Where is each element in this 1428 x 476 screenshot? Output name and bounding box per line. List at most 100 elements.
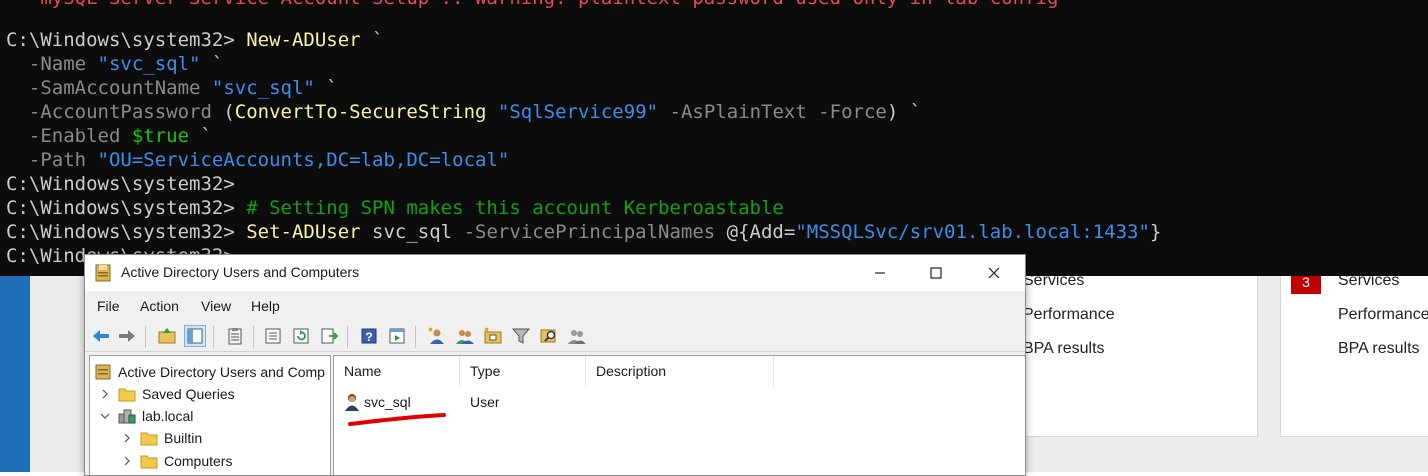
menu-help[interactable]: Help [251,298,280,314]
console-line: C:\Windows\system32> # Setting SPN makes… [6,196,784,220]
list-view-icon[interactable] [263,326,283,346]
console-line: -Enabled $true ` [6,124,212,148]
toolbar: ? [85,321,1025,352]
window-title: Active Directory Users and Computers [121,264,360,280]
argument: svc_sql [360,221,453,243]
folder-icon [140,455,158,469]
aduc-app-icon [95,264,111,282]
menu-action[interactable]: Action [140,298,179,314]
console-line: C:\Windows\system32> New-ADUser ` [6,28,384,52]
line-continuation: ` [898,101,922,123]
string-value: "svc_sql" [211,77,315,99]
tree-item-label: Saved Queries [142,386,235,402]
console-line: -Path "OU=ServiceAccounts,DC=lab,DC=loca… [6,148,509,172]
minimize-icon [875,272,885,274]
details-list-pane[interactable]: Name Type Description svc_sql User [333,355,1025,475]
maximize-button[interactable] [907,255,965,291]
new-user-icon[interactable] [427,326,447,346]
tree-item-label: lab.local [142,408,194,424]
tile-performance-link[interactable]: Performance [1023,306,1115,324]
code-comment: # Setting SPN makes this account Kerbero… [246,197,784,219]
console-line: -Name "svc_sql" ` [6,52,223,76]
tree-item-label: Computers [164,453,233,469]
aduc-window: Active Directory Users and Computers Fil… [84,254,1026,476]
console-line: C:\Windows\system32> [6,172,235,196]
hashtable-open: @{Add= [715,221,796,243]
tree-item-builtin[interactable]: Builtin [120,427,202,449]
console-scrolled-line: -mySQL Server Service Account Setup :: W… [6,0,1059,10]
svg-text:?: ? [365,330,372,344]
up-folder-icon[interactable] [157,326,177,346]
tree-item-aduc-root[interactable]: Active Directory Users and Comp [94,361,325,383]
maximize-icon [930,267,942,279]
folder-icon [118,388,136,402]
show-hide-console-tree-icon[interactable] [184,325,206,347]
toolbar-separator [213,326,214,348]
red-underline-annotation [348,413,446,426]
chevron-down-icon[interactable] [98,409,112,423]
console-line: C:\Windows\system32> Set-ADUser svc_sql … [6,220,1161,244]
server-manager-tile-2: 3 Services Performance BPA results [1280,270,1428,437]
parameter-name: -SamAccountName [6,77,212,99]
domain-icon [118,409,136,424]
server-manager-sidebar-strip [0,270,30,472]
folder-icon [140,432,158,446]
table-row[interactable]: svc_sql User [334,392,1025,414]
cmdlet-name: Set-ADUser [246,221,361,243]
parameter-name: -ServicePrincipalNames [452,221,716,243]
back-arrow-icon[interactable] [91,326,111,346]
menu-file[interactable]: File [97,298,120,314]
paren-close: ) [886,101,899,123]
powershell-console[interactable]: -mySQL Server Service Account Setup :: W… [0,0,1428,276]
server-manager-tile: Services Performance BPA results [1000,270,1258,437]
new-ou-icon[interactable] [483,326,503,346]
console-prompt: C:\Windows\system32> [6,173,235,195]
toolbar-separator [145,326,146,348]
line-continuation: ` [314,77,338,99]
paren-open: ( [223,101,235,123]
export-list-icon[interactable] [319,326,339,346]
parameter-name: -Path [6,149,98,171]
help-icon[interactable]: ? [359,326,379,346]
menu-view[interactable]: View [201,298,231,314]
aduc-root-icon [95,364,111,380]
filter-icon[interactable] [511,326,531,346]
find-icon[interactable] [539,326,559,346]
column-header-description[interactable]: Description [586,356,774,386]
show-action-pane-icon[interactable] [387,326,407,346]
tile-bpa-link[interactable]: BPA results [1023,340,1105,358]
toolbar-separator [347,326,348,348]
line-continuation: ` [189,125,212,147]
tree-item-computers[interactable]: Computers [120,450,232,472]
add-to-group-icon[interactable] [567,326,587,346]
parameter-name: -AccountPassword [6,101,224,123]
string-value: "MSSQLSvc/srv01.lab.local:1433" [795,221,1150,243]
toolbar-separator [415,326,416,348]
toolbar-separator [253,326,254,348]
title-bar[interactable]: Active Directory Users and Computers [85,255,1025,291]
chevron-right-icon[interactable] [120,431,134,445]
string-value: "SqlService99" [497,101,659,123]
tile2-performance-link[interactable]: Performance [1338,306,1428,324]
hashtable-close: } [1149,221,1162,243]
new-group-icon[interactable] [455,326,475,346]
refresh-icon[interactable] [291,326,311,346]
forward-arrow-icon[interactable] [117,326,137,346]
properties-clipboard-icon[interactable] [225,326,245,346]
console-prompt: C:\Windows\system32> [6,29,247,51]
chevron-right-icon[interactable] [98,387,112,401]
console-line: -AccountPassword (ConvertTo-SecureString… [6,100,921,124]
tree-item-lab-local[interactable]: lab.local [98,405,193,427]
string-value: "svc_sql" [97,53,201,75]
close-button[interactable] [965,255,1023,291]
menu-bar: File Action View Help [85,293,1025,319]
console-tree-pane[interactable]: Active Directory Users and Comp Saved Qu… [89,355,331,475]
tile2-bpa-link[interactable]: BPA results [1338,340,1420,358]
column-header-type[interactable]: Type [460,356,586,386]
tree-item-saved-queries[interactable]: Saved Queries [98,383,235,405]
chevron-right-icon[interactable] [120,454,134,468]
minimize-button[interactable] [851,255,909,291]
column-header-name[interactable]: Name [334,356,460,386]
parameter-name: -Enabled [6,125,132,147]
